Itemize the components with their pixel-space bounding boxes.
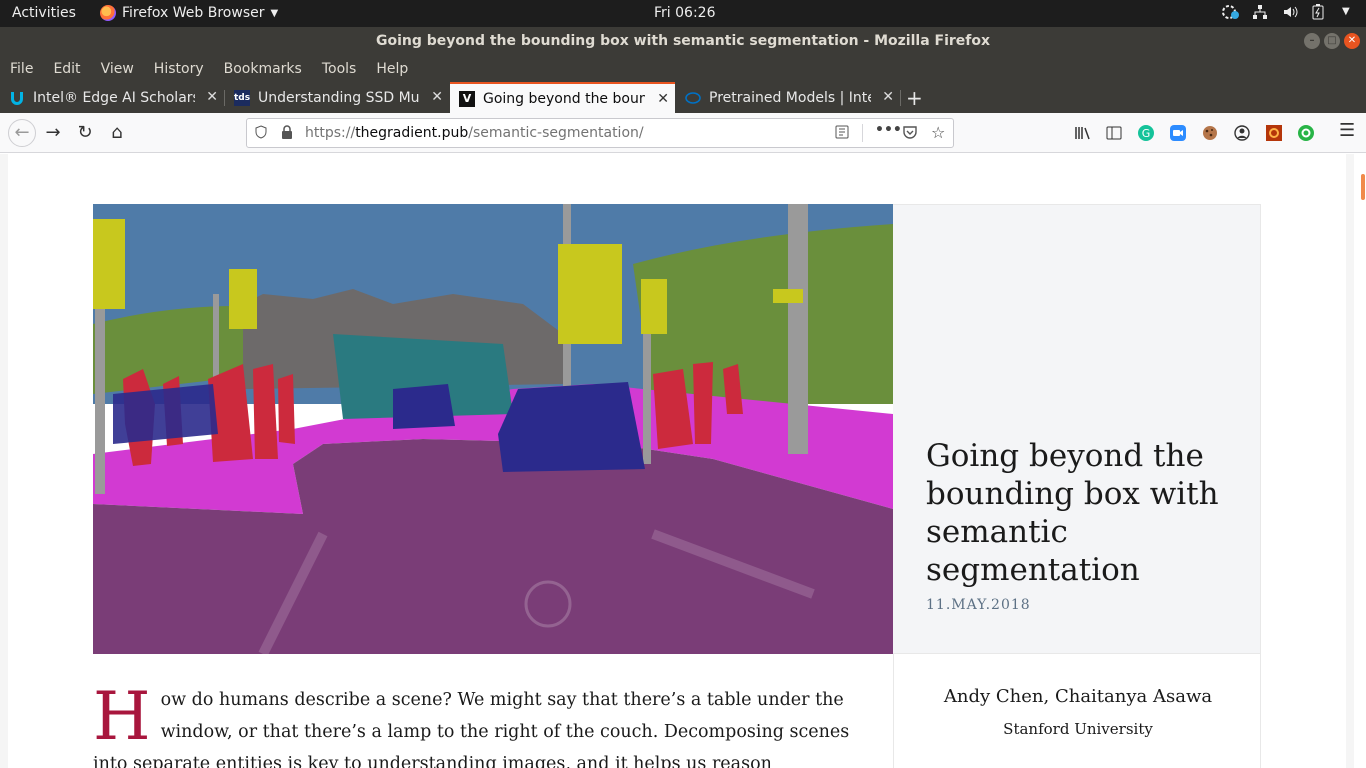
article-title: Going beyond the bounding box with seman… <box>926 438 1219 588</box>
hero-image-segmentation <box>93 204 893 654</box>
tab-intel-scholarship[interactable]: Intel® Edge AI Scholarsh ✕ <box>0 82 224 113</box>
url-path: /semantic-segmentation/ <box>468 125 644 141</box>
activities-button[interactable]: Activities <box>12 5 76 21</box>
maximize-button[interactable]: □ <box>1324 33 1340 49</box>
drop-cap: H <box>93 678 151 755</box>
svg-text:G: G <box>1142 127 1151 140</box>
caret-down-icon: ▼ <box>270 7 279 19</box>
app-menu-label: Firefox Web Browser <box>122 5 265 21</box>
app-menu[interactable]: Firefox Web Browser ▼ <box>100 5 278 21</box>
bookmark-star-icon[interactable]: ☆ <box>931 123 945 142</box>
back-button[interactable]: ← <box>8 119 36 147</box>
tab-semantic-segmentation[interactable]: V Going beyond the bound ✕ <box>450 82 675 113</box>
tracking-protection-icon[interactable] <box>255 125 267 143</box>
cookie-icon[interactable] <box>1202 125 1218 141</box>
tab-label: Understanding SSD Mult <box>258 89 420 106</box>
intel-icon <box>685 90 701 106</box>
author-panel: Andy Chen, Chaitanya Asawa Stanford Univ… <box>893 654 1261 768</box>
article-date: 11.MAY.2018 <box>926 597 1031 613</box>
window-title: Going beyond the bounding box with seman… <box>375 33 991 49</box>
tab-separator <box>900 90 901 106</box>
close-window-button[interactable]: ✕ <box>1344 33 1360 49</box>
menu-view[interactable]: View <box>101 61 134 77</box>
menu-file[interactable]: File <box>10 61 33 77</box>
lock-icon[interactable] <box>281 125 293 143</box>
article-paragraph: ow do humans describe a scene? We might … <box>93 690 850 768</box>
tab-strip: Intel® Edge AI Scholarsh ✕ tds Understan… <box>0 82 1366 113</box>
new-tab-button[interactable]: + <box>906 86 923 110</box>
hamburger-menu-icon[interactable]: ☰ <box>1339 122 1355 140</box>
minimize-button[interactable]: – <box>1304 33 1320 49</box>
close-tab-icon[interactable]: ✕ <box>657 91 669 107</box>
battery-icon[interactable] <box>1312 4 1328 20</box>
tab-pretrained-models[interactable]: Pretrained Models | Intel ✕ <box>676 82 900 113</box>
page-viewport: Going beyond the bounding box with seman… <box>0 154 1366 768</box>
page-actions-icon[interactable]: ••• <box>875 122 902 138</box>
article-authors[interactable]: Andy Chen, Chaitanya Asawa <box>894 686 1262 707</box>
forward-button[interactable]: → <box>41 121 65 145</box>
system-tray[interactable]: ▼ <box>1222 4 1358 20</box>
udacity-icon <box>9 90 25 106</box>
slack-icon[interactable] <box>1222 4 1239 20</box>
clock[interactable]: Fri 06:26 <box>654 5 715 21</box>
system-top-bar: Activities Firefox Web Browser ▼ Fri 06:… <box>0 0 1366 27</box>
close-tab-icon[interactable]: ✕ <box>882 89 894 105</box>
scrollbar-track[interactable] <box>1354 154 1366 768</box>
window-title-bar: Going beyond the bounding box with seman… <box>0 27 1366 55</box>
caret-down-icon[interactable]: ▼ <box>1342 4 1358 20</box>
volume-icon[interactable] <box>1282 4 1298 20</box>
green-extension-icon[interactable] <box>1298 125 1314 141</box>
network-icon[interactable] <box>1252 4 1268 20</box>
tds-icon: tds <box>234 89 250 106</box>
menu-history[interactable]: History <box>154 61 204 77</box>
menu-help[interactable]: Help <box>376 61 408 77</box>
home-button[interactable]: ⌂ <box>105 121 129 145</box>
navigation-toolbar: ← → ↻ ⌂ https://thegradient.pub/semantic… <box>0 113 1366 153</box>
account-icon[interactable] <box>1234 125 1250 141</box>
pocket-icon[interactable] <box>903 125 917 143</box>
tab-label: Pretrained Models | Intel <box>709 89 871 106</box>
extension-icon[interactable] <box>1266 125 1282 141</box>
grammarly-icon[interactable]: G <box>1138 125 1154 141</box>
reload-button[interactable]: ↻ <box>73 121 97 145</box>
url-scheme: https:// <box>305 125 356 141</box>
url-host: thegradient.pub <box>355 125 469 141</box>
zoom-icon[interactable] <box>1170 125 1186 141</box>
menu-tools[interactable]: Tools <box>322 61 357 77</box>
menu-bookmarks[interactable]: Bookmarks <box>224 61 302 77</box>
close-tab-icon[interactable]: ✕ <box>431 89 443 105</box>
scrollbar-thumb[interactable] <box>1361 174 1365 200</box>
tab-label: Intel® Edge AI Scholarsh <box>33 89 195 106</box>
url-text[interactable]: https://thegradient.pub/semantic-segment… <box>305 125 644 141</box>
firefox-icon <box>100 5 116 21</box>
divider <box>862 124 863 142</box>
sidebar-icon[interactable] <box>1106 125 1122 141</box>
menu-bar: File Edit View History Bookmarks Tools H… <box>0 55 1366 82</box>
title-panel: Going beyond the bounding box with seman… <box>893 204 1261 654</box>
address-bar[interactable]: https://thegradient.pub/semantic-segment… <box>246 118 954 148</box>
the-gradient-icon: V <box>459 90 475 107</box>
tab-understanding-ssd[interactable]: tds Understanding SSD Mult ✕ <box>225 82 449 113</box>
reader-view-icon[interactable] <box>835 125 849 143</box>
tab-label: Going beyond the bound <box>483 90 645 107</box>
close-tab-icon[interactable]: ✕ <box>206 89 218 105</box>
library-icon[interactable] <box>1074 125 1090 141</box>
author-affiliation: Stanford University <box>1003 720 1153 738</box>
article-body: H ow do humans describe a scene? We migh… <box>93 684 873 768</box>
menu-edit[interactable]: Edit <box>53 61 80 77</box>
